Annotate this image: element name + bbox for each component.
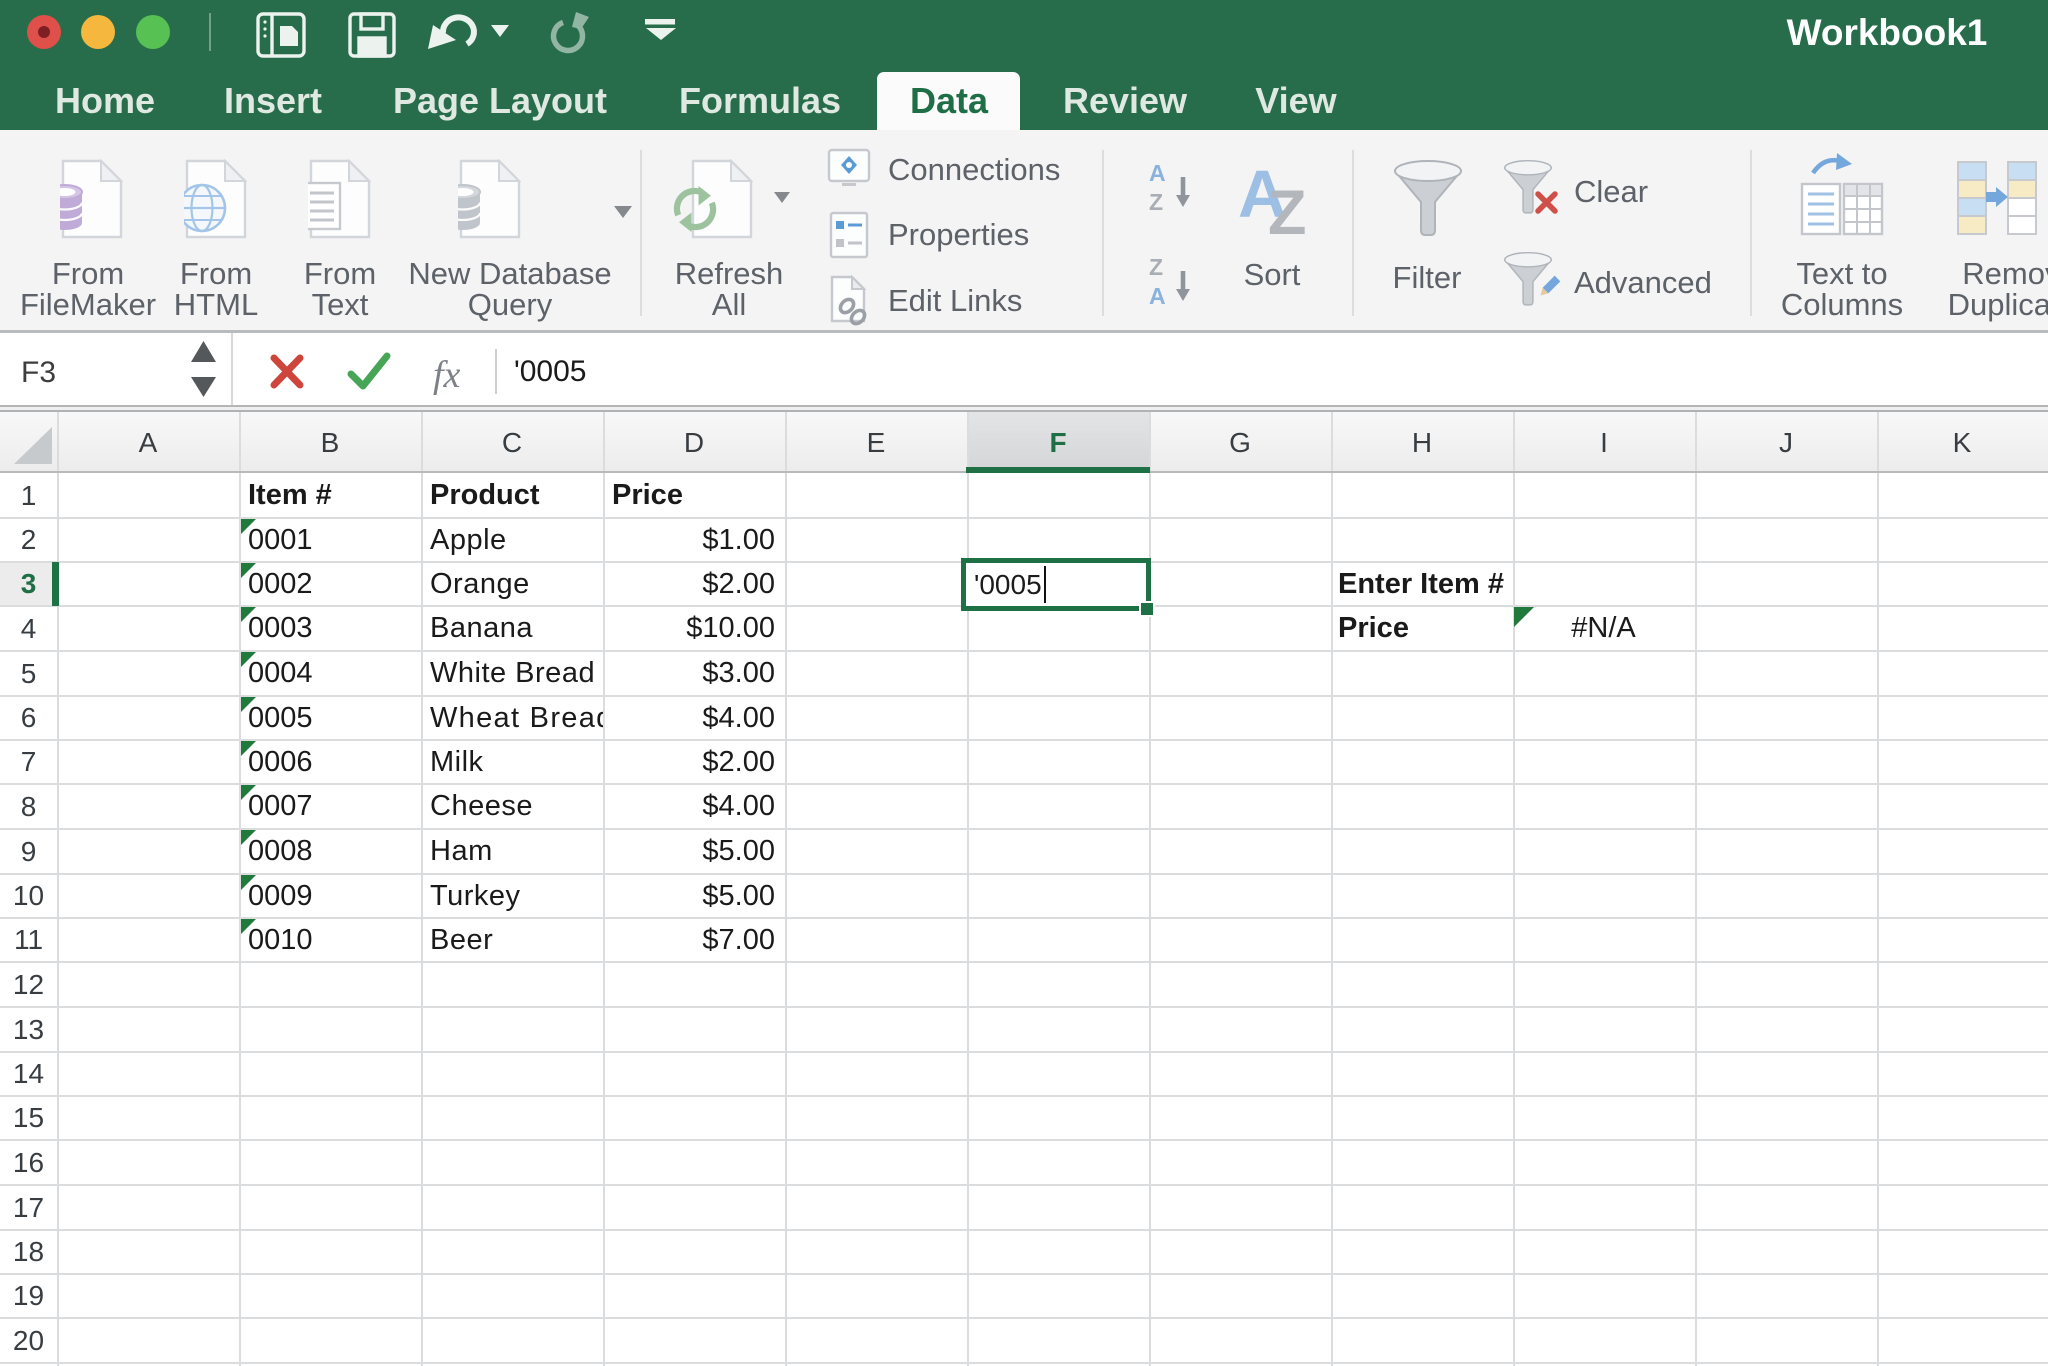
- svg-text:Z: Z: [1149, 189, 1163, 214]
- svg-text:Z: Z: [1149, 254, 1163, 280]
- svg-text:A: A: [1149, 160, 1166, 186]
- svg-text:A: A: [1149, 283, 1166, 308]
- svg-text:Z: Z: [1268, 178, 1306, 240]
